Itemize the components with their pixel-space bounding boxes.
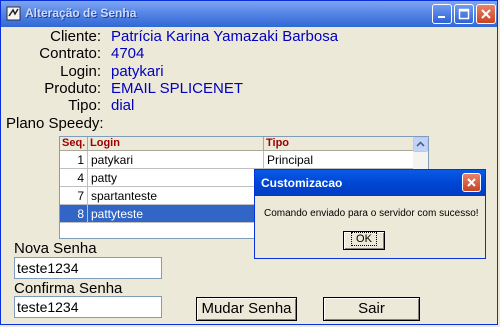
cliente-value: Patrícia Karina Yamazaki Barbosa xyxy=(111,28,339,45)
tipo-value: dial xyxy=(111,97,135,114)
app-icon xyxy=(6,6,21,21)
dialog-close-button[interactable] xyxy=(462,173,481,192)
cell-login: spartanteste xyxy=(88,187,264,205)
cell-login: pattyteste xyxy=(88,205,264,223)
maximize-icon xyxy=(458,8,470,20)
close-icon xyxy=(467,178,476,187)
minimize-icon xyxy=(438,16,445,18)
plano-speedy-label: Plano Speedy: xyxy=(6,115,104,132)
dialog-title: Customizacao xyxy=(261,176,343,190)
minimize-button[interactable] xyxy=(432,4,452,24)
cell-seq: 8 xyxy=(60,205,88,223)
cell-seq: 4 xyxy=(60,169,88,187)
contrato-value: 4704 xyxy=(111,45,145,62)
mudar-senha-button[interactable]: Mudar Senha xyxy=(196,297,297,321)
title-bar[interactable]: Alteração de Senha xyxy=(1,1,497,27)
ok-button[interactable]: OK xyxy=(343,231,385,250)
dialog-title-bar[interactable]: Customizacao xyxy=(255,170,485,196)
nova-senha-label: Nova Senha xyxy=(14,240,97,257)
tipo-label: Tipo: xyxy=(68,97,101,114)
scroll-up-button[interactable] xyxy=(413,137,428,152)
cell-login: patty xyxy=(88,169,264,187)
column-header-login[interactable]: Login xyxy=(88,137,264,151)
cliente-label: Cliente: xyxy=(50,28,101,45)
produto-value: EMAIL SPLICENET xyxy=(111,80,243,97)
confirma-senha-input[interactable]: teste1234 xyxy=(14,296,162,318)
dialog-message: Comando enviado para o servidor com suce… xyxy=(264,208,479,219)
window-title: Alteração de Senha xyxy=(25,6,137,20)
column-header-seq[interactable]: Seq. xyxy=(60,137,88,151)
maximize-button[interactable] xyxy=(454,4,474,24)
close-button[interactable] xyxy=(476,4,496,24)
column-header-tipo[interactable]: Tipo xyxy=(264,137,415,151)
main-window: Alteração de Senha Cliente: Patrícia Kar… xyxy=(0,0,498,325)
login-label: Login: xyxy=(60,63,101,80)
arrow-up-icon xyxy=(416,141,425,147)
cell-seq: 7 xyxy=(60,187,88,205)
confirmation-dialog: Customizacao Comando enviado para o serv… xyxy=(254,169,486,259)
close-icon xyxy=(481,9,491,19)
cell-seq: 1 xyxy=(60,151,88,169)
ok-button-label: OK xyxy=(351,232,377,246)
produto-label: Produto: xyxy=(44,80,101,97)
nova-senha-input[interactable]: teste1234 xyxy=(14,257,162,279)
contrato-label: Contrato: xyxy=(39,45,101,62)
table-row[interactable]: 1 patykari Principal xyxy=(60,151,415,169)
cell-tipo: Principal xyxy=(264,151,415,169)
confirma-senha-label: Confirma Senha xyxy=(14,280,123,297)
cell-login: patykari xyxy=(88,151,264,169)
sair-button[interactable]: Sair xyxy=(323,297,420,321)
login-value: patykari xyxy=(111,63,164,80)
